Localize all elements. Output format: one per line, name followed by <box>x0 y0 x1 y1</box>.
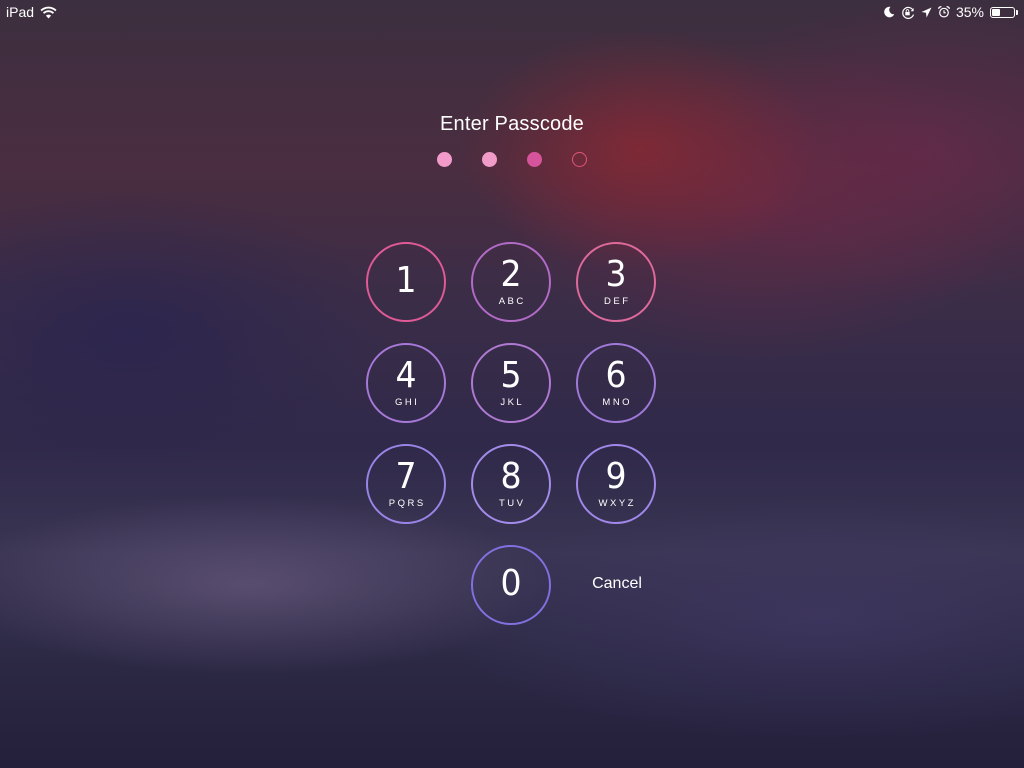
key-letters: JKL <box>500 397 525 408</box>
battery-fill <box>992 8 1001 16</box>
key-9-button[interactable]: 9 WXYZ <box>576 444 656 524</box>
moon-icon <box>883 6 895 18</box>
rotation-lock-icon <box>901 6 915 19</box>
key-digit: 5 <box>500 355 522 396</box>
key-digit: 8 <box>500 456 522 497</box>
key-digit: 9 <box>605 456 627 497</box>
alarm-icon <box>937 6 950 18</box>
passcode-dot-filled <box>482 152 497 167</box>
key-letters: WXYZ <box>598 498 636 509</box>
passcode-dots <box>437 152 589 168</box>
key-digit: 1 <box>395 260 417 301</box>
cancel-button[interactable]: Cancel <box>577 575 657 593</box>
key-0-button[interactable]: 0 <box>471 545 551 625</box>
location-arrow-icon <box>921 7 932 18</box>
battery-icon <box>990 6 1018 18</box>
battery-percent: 35% <box>955 4 984 20</box>
key-letters: GHI <box>395 397 420 408</box>
key-digit: 7 <box>395 456 417 497</box>
key-letters: PQRS <box>388 498 426 509</box>
passcode-dot-filled <box>527 152 542 167</box>
key-7-button[interactable]: 7 PQRS <box>366 444 446 524</box>
battery-tip <box>1016 9 1018 15</box>
key-4-button[interactable]: 4 GHI <box>366 343 446 423</box>
battery-body <box>990 6 1015 18</box>
key-digit: 2 <box>500 254 522 295</box>
status-left: iPad <box>6 4 57 20</box>
key-letters: DEF <box>604 296 631 307</box>
key-5-button[interactable]: 5 JKL <box>471 343 551 423</box>
passcode-title: Enter Passcode <box>440 113 584 135</box>
key-digit: 4 <box>395 355 417 396</box>
passcode-dot-filled <box>437 152 452 167</box>
status-bar: iPad 35% <box>0 0 1024 24</box>
passcode-dot-empty <box>572 152 587 167</box>
status-right: 35% <box>883 4 1018 20</box>
key-digit: 6 <box>605 355 627 396</box>
key-letters: TUV <box>499 498 526 509</box>
key-letters: ABC <box>498 296 526 307</box>
key-1-button[interactable]: 1 <box>366 242 446 322</box>
key-letters: MNO <box>602 397 633 408</box>
wifi-icon <box>40 6 57 19</box>
key-digit: 0 <box>500 563 522 604</box>
key-2-button[interactable]: 2 ABC <box>471 242 551 322</box>
device-name: iPad <box>6 4 35 20</box>
key-8-button[interactable]: 8 TUV <box>471 444 551 524</box>
key-digit: 3 <box>605 254 627 295</box>
key-6-button[interactable]: 6 MNO <box>576 343 656 423</box>
key-3-button[interactable]: 3 DEF <box>576 242 656 322</box>
